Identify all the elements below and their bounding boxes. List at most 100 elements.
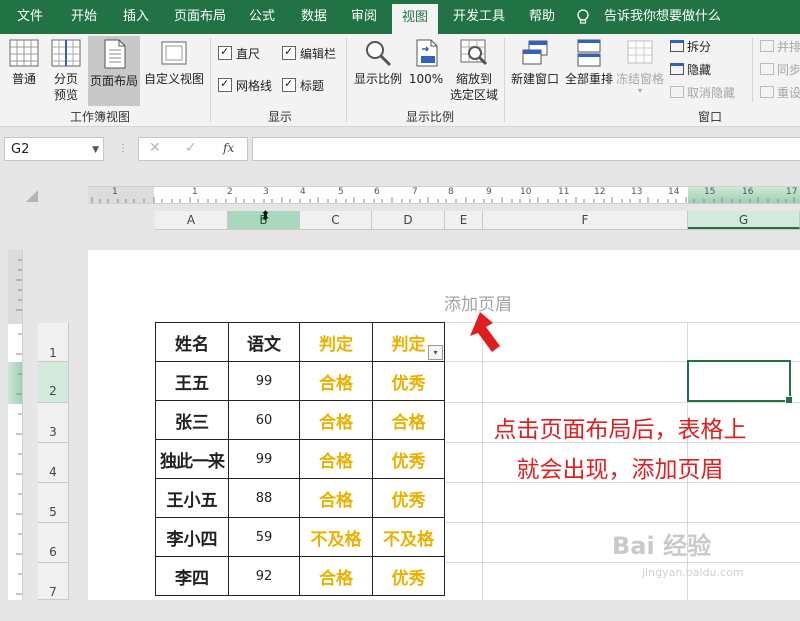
header-cell-name[interactable]: 姓名 bbox=[155, 322, 229, 362]
table-cell[interactable]: 99 bbox=[228, 361, 300, 401]
tab-page-layout[interactable]: 页面布局 bbox=[168, 0, 232, 34]
tab-home[interactable]: 开始 bbox=[62, 0, 106, 34]
freeze-panes-button[interactable]: 冻结窗格 ▾ bbox=[614, 38, 666, 104]
zoom-button[interactable]: 显示比例 bbox=[352, 38, 404, 104]
table-cell[interactable]: 李小四 bbox=[155, 517, 229, 557]
ruler-checkbox[interactable]: 直尺 bbox=[218, 44, 260, 62]
filter-dropdown-icon[interactable]: ▾ bbox=[428, 345, 443, 360]
page-layout-view-button[interactable]: 页面布局 bbox=[88, 36, 140, 106]
table-cell[interactable]: 合格 bbox=[299, 478, 373, 518]
active-cell-g2[interactable] bbox=[687, 360, 793, 404]
table-cell[interactable]: 60 bbox=[228, 400, 300, 440]
row-header-4[interactable]: 4 bbox=[38, 443, 68, 483]
reset-position-button[interactable]: 重设 bbox=[760, 84, 800, 102]
table-cell[interactable]: 张三 bbox=[155, 400, 229, 440]
lightbulb-icon bbox=[577, 0, 589, 34]
formula-input[interactable] bbox=[252, 137, 800, 161]
column-header-d[interactable]: D bbox=[372, 211, 445, 229]
zoom-100-button[interactable]: 100% bbox=[406, 38, 446, 104]
tab-view[interactable]: 视图 bbox=[392, 4, 438, 34]
split-button[interactable]: 拆分 bbox=[670, 38, 711, 56]
sync-scroll-button[interactable]: 同步 bbox=[760, 61, 800, 79]
row-header-7[interactable]: 7 bbox=[38, 563, 68, 600]
column-header-f[interactable]: F bbox=[483, 211, 688, 229]
table-cell[interactable]: 不及格 bbox=[299, 517, 373, 557]
row-header-6[interactable]: 6 bbox=[38, 523, 68, 563]
gridlines-label: 网格线 bbox=[236, 79, 273, 93]
table-cell[interactable]: 李四 bbox=[155, 556, 229, 596]
unhide-button[interactable]: 取消隐藏 bbox=[670, 84, 735, 102]
row-header-5[interactable]: 5 bbox=[38, 483, 68, 523]
page-break-preview-button[interactable]: 分页 预览 bbox=[46, 38, 86, 104]
header-cell-result-2[interactable]: 判定 ▾ bbox=[372, 322, 445, 362]
table-cell[interactable]: 合格 bbox=[372, 400, 445, 440]
table-cell[interactable]: 88 bbox=[228, 478, 300, 518]
table-cell[interactable]: 合格 bbox=[299, 439, 373, 479]
enter-icon[interactable]: ✓ bbox=[185, 140, 197, 156]
tell-me-search[interactable]: 告诉我你想要做什么 bbox=[604, 0, 724, 34]
ruler-number: 1 bbox=[192, 187, 198, 197]
formula-bar-checkbox[interactable]: 编辑栏 bbox=[282, 44, 336, 62]
header-cell-chinese[interactable]: 语文 bbox=[228, 322, 300, 362]
column-headers: A B C D E F G bbox=[155, 211, 800, 230]
tab-data[interactable]: 数据 bbox=[292, 0, 336, 34]
ruler-number: 12 bbox=[594, 187, 606, 197]
row-header-2[interactable]: 2 bbox=[38, 362, 68, 403]
table-cell[interactable]: 合格 bbox=[299, 361, 373, 401]
row-header-1[interactable]: 1 bbox=[38, 323, 68, 362]
column-header-e[interactable]: E bbox=[445, 211, 483, 229]
header-cell-result[interactable]: 判定 bbox=[299, 322, 373, 362]
checkbox-checked-icon bbox=[282, 76, 296, 92]
magnifier-icon bbox=[366, 41, 392, 67]
table-cell[interactable]: 王小五 bbox=[155, 478, 229, 518]
ribbon-view: 普通 分页 预览 页面布局 自定义视图 工作簿视图 直尺 编辑栏 网格线 标题 … bbox=[0, 34, 800, 127]
tab-file[interactable]: 文件 bbox=[8, 0, 52, 34]
insert-function-icon[interactable]: fx bbox=[223, 141, 234, 155]
column-header-c[interactable]: C bbox=[300, 211, 372, 229]
ruler-number: 10 bbox=[520, 187, 532, 197]
arrange-all-button[interactable]: 全部重排 bbox=[564, 38, 614, 104]
table-cell[interactable]: 优秀 bbox=[372, 478, 445, 518]
fill-handle[interactable] bbox=[785, 396, 793, 404]
group-divider bbox=[752, 38, 753, 102]
tab-review[interactable]: 审阅 bbox=[342, 0, 386, 34]
custom-views-button[interactable]: 自定义视图 bbox=[142, 38, 206, 104]
hide-button[interactable]: 隐藏 bbox=[670, 61, 711, 79]
tab-help[interactable]: 帮助 bbox=[520, 0, 564, 34]
table-cell[interactable]: 独此一来 bbox=[155, 439, 229, 479]
table-cell[interactable]: 不及格 bbox=[372, 517, 445, 557]
tab-formulas[interactable]: 公式 bbox=[240, 0, 284, 34]
chevron-down-icon[interactable]: ▼ bbox=[92, 138, 99, 162]
new-window-button[interactable]: 新建窗口 bbox=[508, 38, 562, 104]
table-cell[interactable]: 99 bbox=[228, 439, 300, 479]
column-header-a[interactable]: A bbox=[155, 211, 228, 229]
vertical-ruler[interactable] bbox=[8, 250, 23, 600]
cancel-icon[interactable]: ✕ bbox=[149, 140, 161, 156]
column-header-g[interactable]: G bbox=[688, 211, 800, 229]
zoom-to-selection-button[interactable]: 缩放到 选定区域 bbox=[448, 38, 500, 104]
name-box[interactable]: G2 ▼ bbox=[4, 137, 104, 161]
table-cell[interactable]: 王五 bbox=[155, 361, 229, 401]
table-cell[interactable]: 优秀 bbox=[372, 556, 445, 596]
table-cell[interactable]: 优秀 bbox=[372, 439, 445, 479]
table-cell[interactable]: 合格 bbox=[299, 556, 373, 596]
zoom-group-label: 显示比例 bbox=[405, 110, 454, 124]
table-row: 李小四 59 不及格 不及格 bbox=[155, 517, 445, 557]
headings-checkbox[interactable]: 标题 bbox=[282, 76, 324, 94]
ruler-number: 16 bbox=[742, 187, 754, 197]
horizontal-ruler[interactable]: 1 1 2 3 4 5 6 7 8 9 10 11 12 13 14 15 16… bbox=[88, 186, 800, 204]
row-header-3[interactable]: 3 bbox=[38, 403, 68, 443]
table-row: 王小五 88 合格 优秀 bbox=[155, 478, 445, 518]
table-row: 独此一来 99 合格 优秀 bbox=[155, 439, 445, 479]
table-cell[interactable]: 优秀 bbox=[372, 361, 445, 401]
gridlines-checkbox[interactable]: 网格线 bbox=[218, 76, 273, 94]
table-cell[interactable]: 92 bbox=[228, 556, 300, 596]
tab-developer[interactable]: 开发工具 bbox=[446, 0, 512, 34]
tab-insert[interactable]: 插入 bbox=[114, 0, 158, 34]
view-side-by-side-button[interactable]: 并排 bbox=[760, 38, 800, 56]
select-all-corner[interactable] bbox=[26, 190, 38, 205]
ruler-number: 11 bbox=[558, 187, 570, 197]
table-cell[interactable]: 合格 bbox=[299, 400, 373, 440]
normal-view-button[interactable]: 普通 bbox=[4, 38, 44, 104]
table-cell[interactable]: 59 bbox=[228, 517, 300, 557]
